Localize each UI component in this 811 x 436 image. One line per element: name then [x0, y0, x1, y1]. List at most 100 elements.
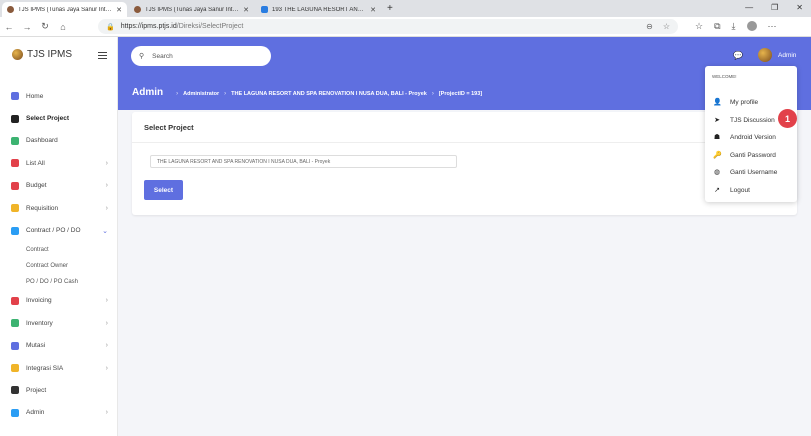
sidebar-item-list-all[interactable]: List All ›	[0, 152, 118, 174]
sidebar-item-label: Project	[26, 386, 47, 394]
new-tab-icon[interactable]: +	[387, 2, 393, 17]
menu-item-logout[interactable]: ↗ Logout	[713, 184, 750, 196]
favorites-icon[interactable]: ☆	[695, 21, 703, 32]
browser-tab-bar: TJS IPMS (Tunas Jaya Sanur Inte... ✕ TJS…	[0, 0, 811, 17]
back-icon[interactable]: ←	[0, 22, 18, 32]
select-button[interactable]: Select	[144, 180, 183, 200]
chevron-right-icon: ›	[105, 364, 108, 372]
url-host: https://ipms.ptjs.id	[120, 23, 177, 30]
sidebar-item-home[interactable]: Home	[0, 85, 118, 107]
telegram-icon: ➤	[714, 117, 720, 124]
sidebar-item-mutasi[interactable]: Mutasi ›	[0, 335, 118, 357]
chevron-right-icon: ›	[105, 204, 108, 212]
profile-avatar-icon[interactable]	[746, 21, 757, 31]
sidebar-item-label: Admin	[26, 409, 45, 417]
sidebar-item-inventory[interactable]: Inventory ›	[0, 312, 118, 334]
menu-item-my-profile[interactable]: 👤 My profile	[713, 96, 758, 108]
browser-tab-1[interactable]: TJS IPMS (Tunas Jaya Sanur Inte... ✕	[2, 2, 127, 17]
sidebar-subitem[interactable]: Contract	[0, 242, 118, 258]
sidebar-item-dashboard[interactable]: Dashboard	[0, 130, 118, 152]
menu-item-label: Ganti Password	[730, 151, 776, 159]
chevron-right-icon: ›	[105, 297, 108, 305]
url-path: /Direksi/SelectProject	[176, 23, 244, 30]
browser-tab-2[interactable]: TJS IPMS (Tunas Jaya Sanur Inte... ✕	[129, 2, 254, 17]
browser-toolbar: ☆ ⧉ ⤓ ⋯	[695, 21, 777, 32]
sidebar-item-label: Mutasi	[26, 342, 46, 350]
home-browser-icon[interactable]: ⌂	[54, 22, 72, 32]
chevron-right-icon: ›	[105, 319, 108, 327]
page-title: Admin	[132, 87, 164, 98]
select-project-card: Select Project THE LAGUNA RESORT AND SPA…	[132, 112, 797, 215]
sidebar-item-select-project[interactable]: Select Project	[0, 107, 118, 129]
close-tab-icon[interactable]: ✕	[116, 6, 122, 14]
more-icon[interactable]: ⋯	[768, 21, 777, 32]
reload-icon[interactable]: ↻	[36, 21, 54, 32]
browser-tab-3[interactable]: 193 THE LAGUNA RESORT AND... ✕	[256, 2, 381, 17]
user-icon	[11, 408, 19, 417]
menu-item-tjs-discussion[interactable]: ➤ TJS Discussion	[713, 114, 775, 126]
close-window-icon[interactable]: ✕	[796, 3, 803, 12]
globe-logo-icon	[12, 49, 23, 60]
sidebar-item-label: Inventory	[26, 319, 53, 327]
menu-item-android-version[interactable]: ☗ Android Version	[713, 131, 776, 143]
downloads-icon[interactable]: ⤓	[732, 21, 736, 32]
breadcrumb-separator: ›	[176, 91, 179, 97]
menu-toggle-icon[interactable]	[98, 52, 107, 61]
app-logo[interactable]: TJS IPMS	[12, 49, 72, 60]
menu-item-ganti-username[interactable]: ◍ Ganti Username	[713, 166, 777, 178]
minimize-icon[interactable]: —	[745, 3, 753, 12]
chevron-right-icon: ›	[105, 409, 108, 417]
sidebar-item-invoicing[interactable]: Invoicing ›	[0, 290, 118, 312]
sidebar-item-integrasi-sia[interactable]: Integrasi SIA ›	[0, 357, 118, 379]
contract-icon	[11, 226, 19, 235]
sidebar: TJS IPMS Home Select Project Dashboard List…	[0, 37, 118, 436]
avatar[interactable]	[758, 48, 772, 62]
chevron-right-icon: ›	[105, 342, 108, 350]
annotation-badge: 1	[778, 109, 797, 128]
card-title: Select Project	[132, 112, 797, 143]
android-icon: ☗	[713, 134, 721, 141]
sidebar-item-requisition[interactable]: Requisition ›	[0, 197, 118, 219]
sidebar-item-label: List All	[26, 159, 45, 167]
budget-icon	[11, 181, 19, 190]
url-field[interactable]: 🔒 https://ipms.ptjs.id/Direksi/SelectPro…	[98, 19, 678, 34]
plane-icon	[11, 114, 19, 123]
close-tab-icon[interactable]: ✕	[370, 6, 376, 14]
address-bar: ← → ↻ ⌂ 🔒 https://ipms.ptjs.id/Direksi/S…	[0, 17, 811, 37]
sidebar-item-label: Dashboard	[26, 137, 58, 145]
sidebar-item-budget[interactable]: Budget ›	[0, 175, 118, 197]
menu-item-ganti-password[interactable]: 🔑 Ganti Password	[713, 149, 776, 161]
close-tab-icon[interactable]: ✕	[243, 6, 249, 14]
invoice-icon	[11, 296, 19, 305]
cloud-favicon-icon	[261, 6, 268, 13]
zoom-icon[interactable]: ⊖	[646, 22, 653, 31]
sia-icon	[11, 364, 19, 373]
project-icon	[11, 386, 19, 395]
sidebar-item-label: Invoicing	[26, 297, 52, 305]
lock-icon: 🔒	[106, 23, 115, 31]
dashboard-icon	[11, 136, 19, 145]
forward-icon[interactable]: →	[18, 22, 36, 32]
search-input[interactable]: ⚲ Search	[131, 46, 271, 66]
sidebar-item-label: Home	[26, 92, 44, 100]
favorite-add-icon[interactable]: ☆	[663, 22, 670, 31]
chevron-right-icon: ›	[105, 159, 108, 167]
collections-icon[interactable]: ⧉	[714, 21, 720, 32]
chat-icon[interactable]: 💬	[733, 51, 743, 60]
sidebar-item-admin[interactable]: Admin ›	[0, 402, 118, 424]
user-name[interactable]: Admin	[778, 52, 796, 59]
restore-icon[interactable]: ❐	[771, 3, 778, 12]
menu-item-label: My profile	[730, 98, 759, 106]
logo-text: TJS IPMS	[27, 49, 73, 60]
breadcrumb-project-id: [ProjectID = 193]	[438, 91, 483, 97]
sidebar-subitem[interactable]: Contract Owner	[0, 258, 118, 274]
home-icon	[11, 92, 19, 101]
menu-item-label: TJS Discussion	[730, 116, 775, 124]
sidebar-subitem[interactable]: PO / DO / PO Cash	[0, 274, 118, 290]
breadcrumb-role: Administrator	[183, 91, 220, 97]
project-select[interactable]: THE LAGUNA RESORT AND SPA RENOVATION I N…	[150, 155, 457, 168]
sidebar-item-project[interactable]: Project	[0, 379, 118, 401]
globe-icon: ◍	[713, 169, 721, 176]
sidebar-item-contract-po-do[interactable]: Contract / PO / DO ⌄	[0, 219, 118, 241]
window-controls: — ❐ ✕	[745, 3, 803, 12]
